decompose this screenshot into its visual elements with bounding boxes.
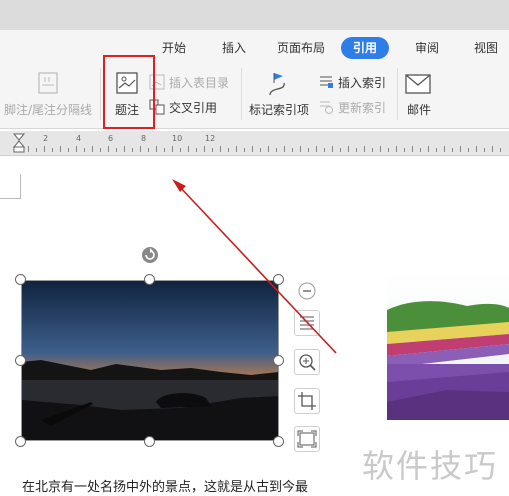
annotation-arrow [172,179,337,354]
document-body-text[interactable]: 在北京有一处名扬中外的景点，这就是从古到今最 [22,476,308,495]
watermark-text: 软件技巧 [362,447,499,485]
